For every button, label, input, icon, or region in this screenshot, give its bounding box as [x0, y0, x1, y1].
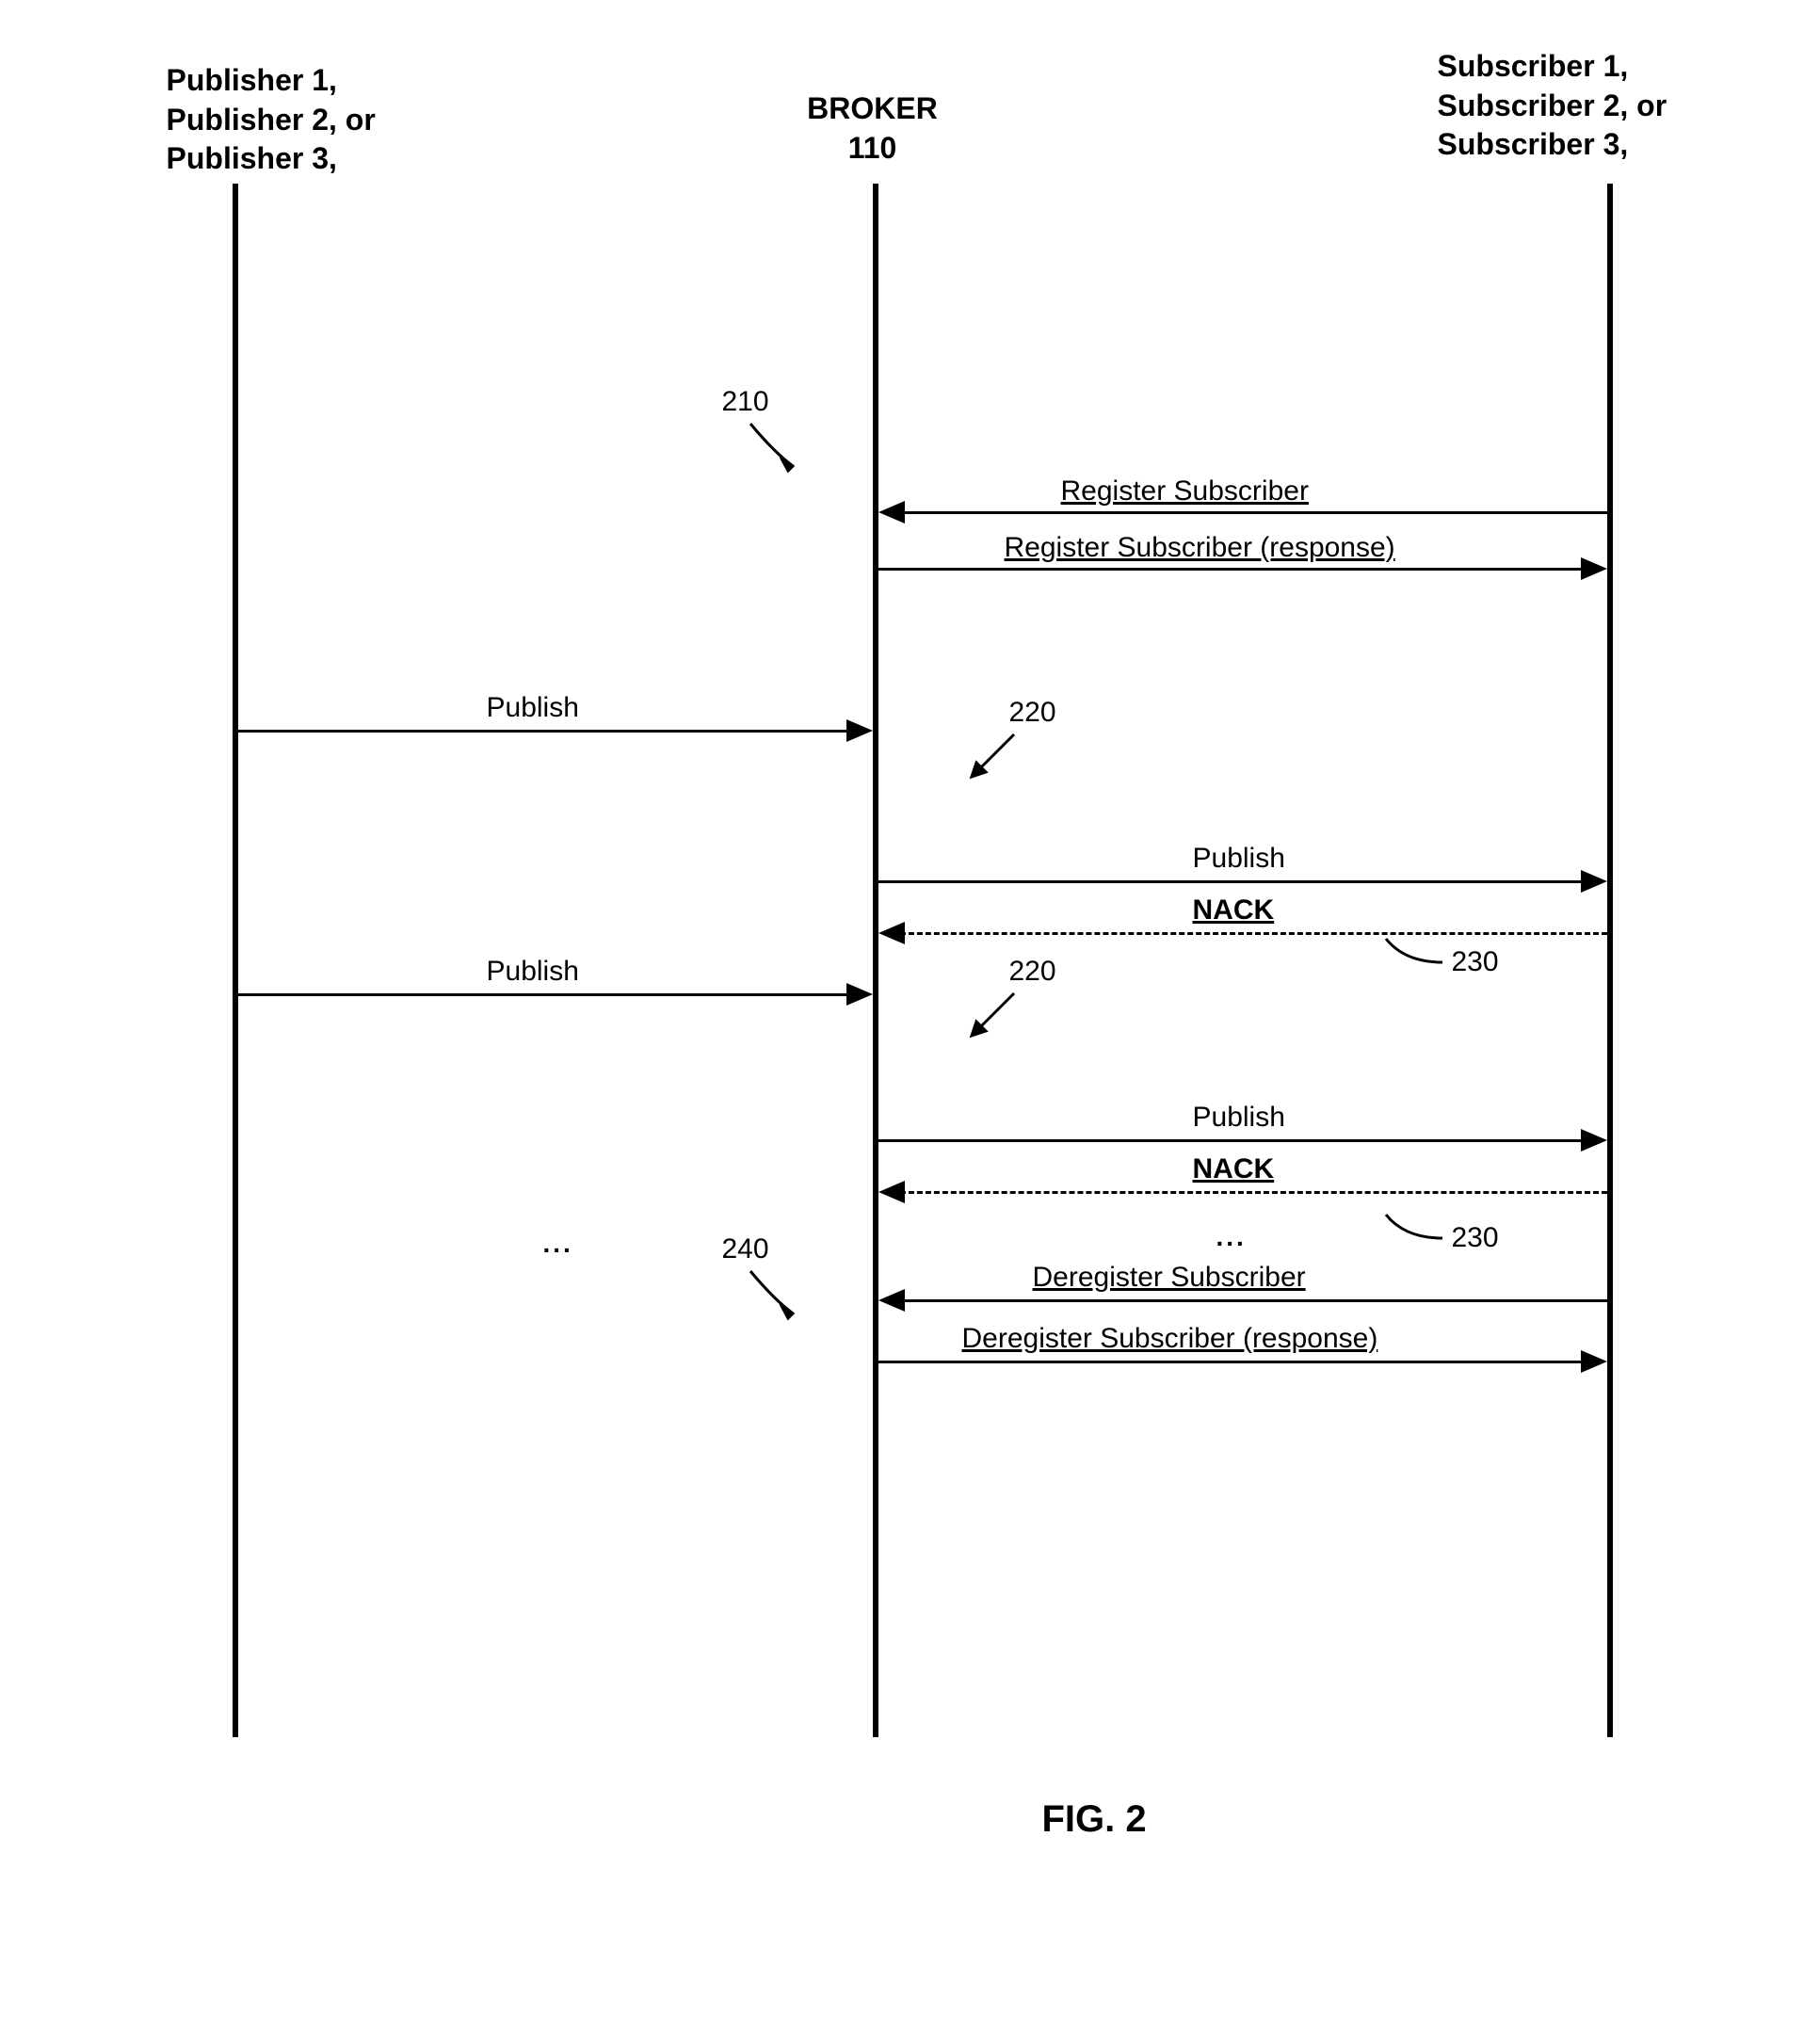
nack1-arrow [878, 922, 905, 944]
register-resp-arrow [1581, 557, 1607, 580]
ellipsis-left: ... [543, 1229, 573, 1259]
publish-bs2-label: Publish [1193, 1102, 1285, 1134]
subscriber-header: Subscriber 1, Subscriber 2, or Subscribe… [1438, 47, 1667, 165]
ref-220b-arrow [962, 989, 1028, 1045]
register-resp-line [878, 568, 1594, 571]
publish-bs1-line [878, 880, 1594, 883]
ref-210: 210 [722, 386, 769, 418]
nack1-line [892, 932, 1607, 935]
publisher-line2: Publisher 2, or [167, 103, 376, 137]
nack2-arrow [878, 1181, 905, 1203]
broker-line2: 110 [848, 131, 897, 165]
deregister-label: Deregister Subscriber [1033, 1262, 1306, 1294]
ref-230a-arrow [1377, 934, 1452, 972]
subscriber-lifeline [1607, 184, 1613, 1737]
publish2-label: Publish [487, 956, 579, 988]
publisher-line1: Publisher 1, [167, 63, 337, 97]
publish-bs2-arrow [1581, 1129, 1607, 1152]
nack1-label: NACK [1193, 894, 1275, 926]
sequence-diagram: Publisher 1, Publisher 2, or Publisher 3… [63, 38, 1758, 1874]
publish-bs2-line [878, 1139, 1594, 1142]
broker-header: BROKER 110 [788, 89, 958, 168]
deregister-arrow [878, 1289, 905, 1312]
publish-bs1-label: Publish [1193, 843, 1285, 875]
publish1-arrow [846, 719, 873, 742]
publisher-header: Publisher 1, Publisher 2, or Publisher 3… [167, 61, 376, 179]
ref-240-arrow [741, 1266, 807, 1323]
subscriber-line1: Subscriber 1, [1438, 49, 1629, 83]
deregister-resp-line [878, 1361, 1594, 1363]
ref-220a-arrow [962, 730, 1028, 786]
subscriber-line2: Subscriber 2, or [1438, 89, 1667, 122]
publish1-line [238, 730, 860, 733]
nack2-label: NACK [1193, 1153, 1275, 1185]
ellipsis-right: ... [1216, 1222, 1247, 1252]
register-line [892, 511, 1607, 514]
ref-220b: 220 [1009, 956, 1056, 988]
deregister-resp-arrow [1581, 1350, 1607, 1373]
publish-bs1-arrow [1581, 870, 1607, 893]
publish2-line [238, 993, 860, 996]
ref-230a: 230 [1452, 946, 1499, 978]
register-label: Register Subscriber [1061, 475, 1309, 508]
subscriber-line3: Subscriber 3, [1438, 127, 1629, 161]
deregister-resp-label: Deregister Subscriber (response) [962, 1323, 1378, 1355]
publisher-lifeline [233, 184, 238, 1737]
publisher-line3: Publisher 3, [167, 141, 337, 175]
ref-230b-arrow [1377, 1210, 1452, 1248]
deregister-line [892, 1299, 1607, 1302]
broker-lifeline [873, 184, 878, 1737]
figure-label: FIG. 2 [1042, 1798, 1147, 1841]
ref-210-arrow [741, 419, 807, 475]
broker-line1: BROKER [807, 91, 938, 125]
nack2-line [892, 1191, 1607, 1194]
register-arrow [878, 501, 905, 524]
ref-240: 240 [722, 1233, 769, 1265]
register-resp-label: Register Subscriber (response) [1005, 532, 1395, 564]
ref-230b: 230 [1452, 1222, 1499, 1254]
ref-220a: 220 [1009, 697, 1056, 729]
publish2-arrow [846, 983, 873, 1006]
publish1-label: Publish [487, 692, 579, 724]
